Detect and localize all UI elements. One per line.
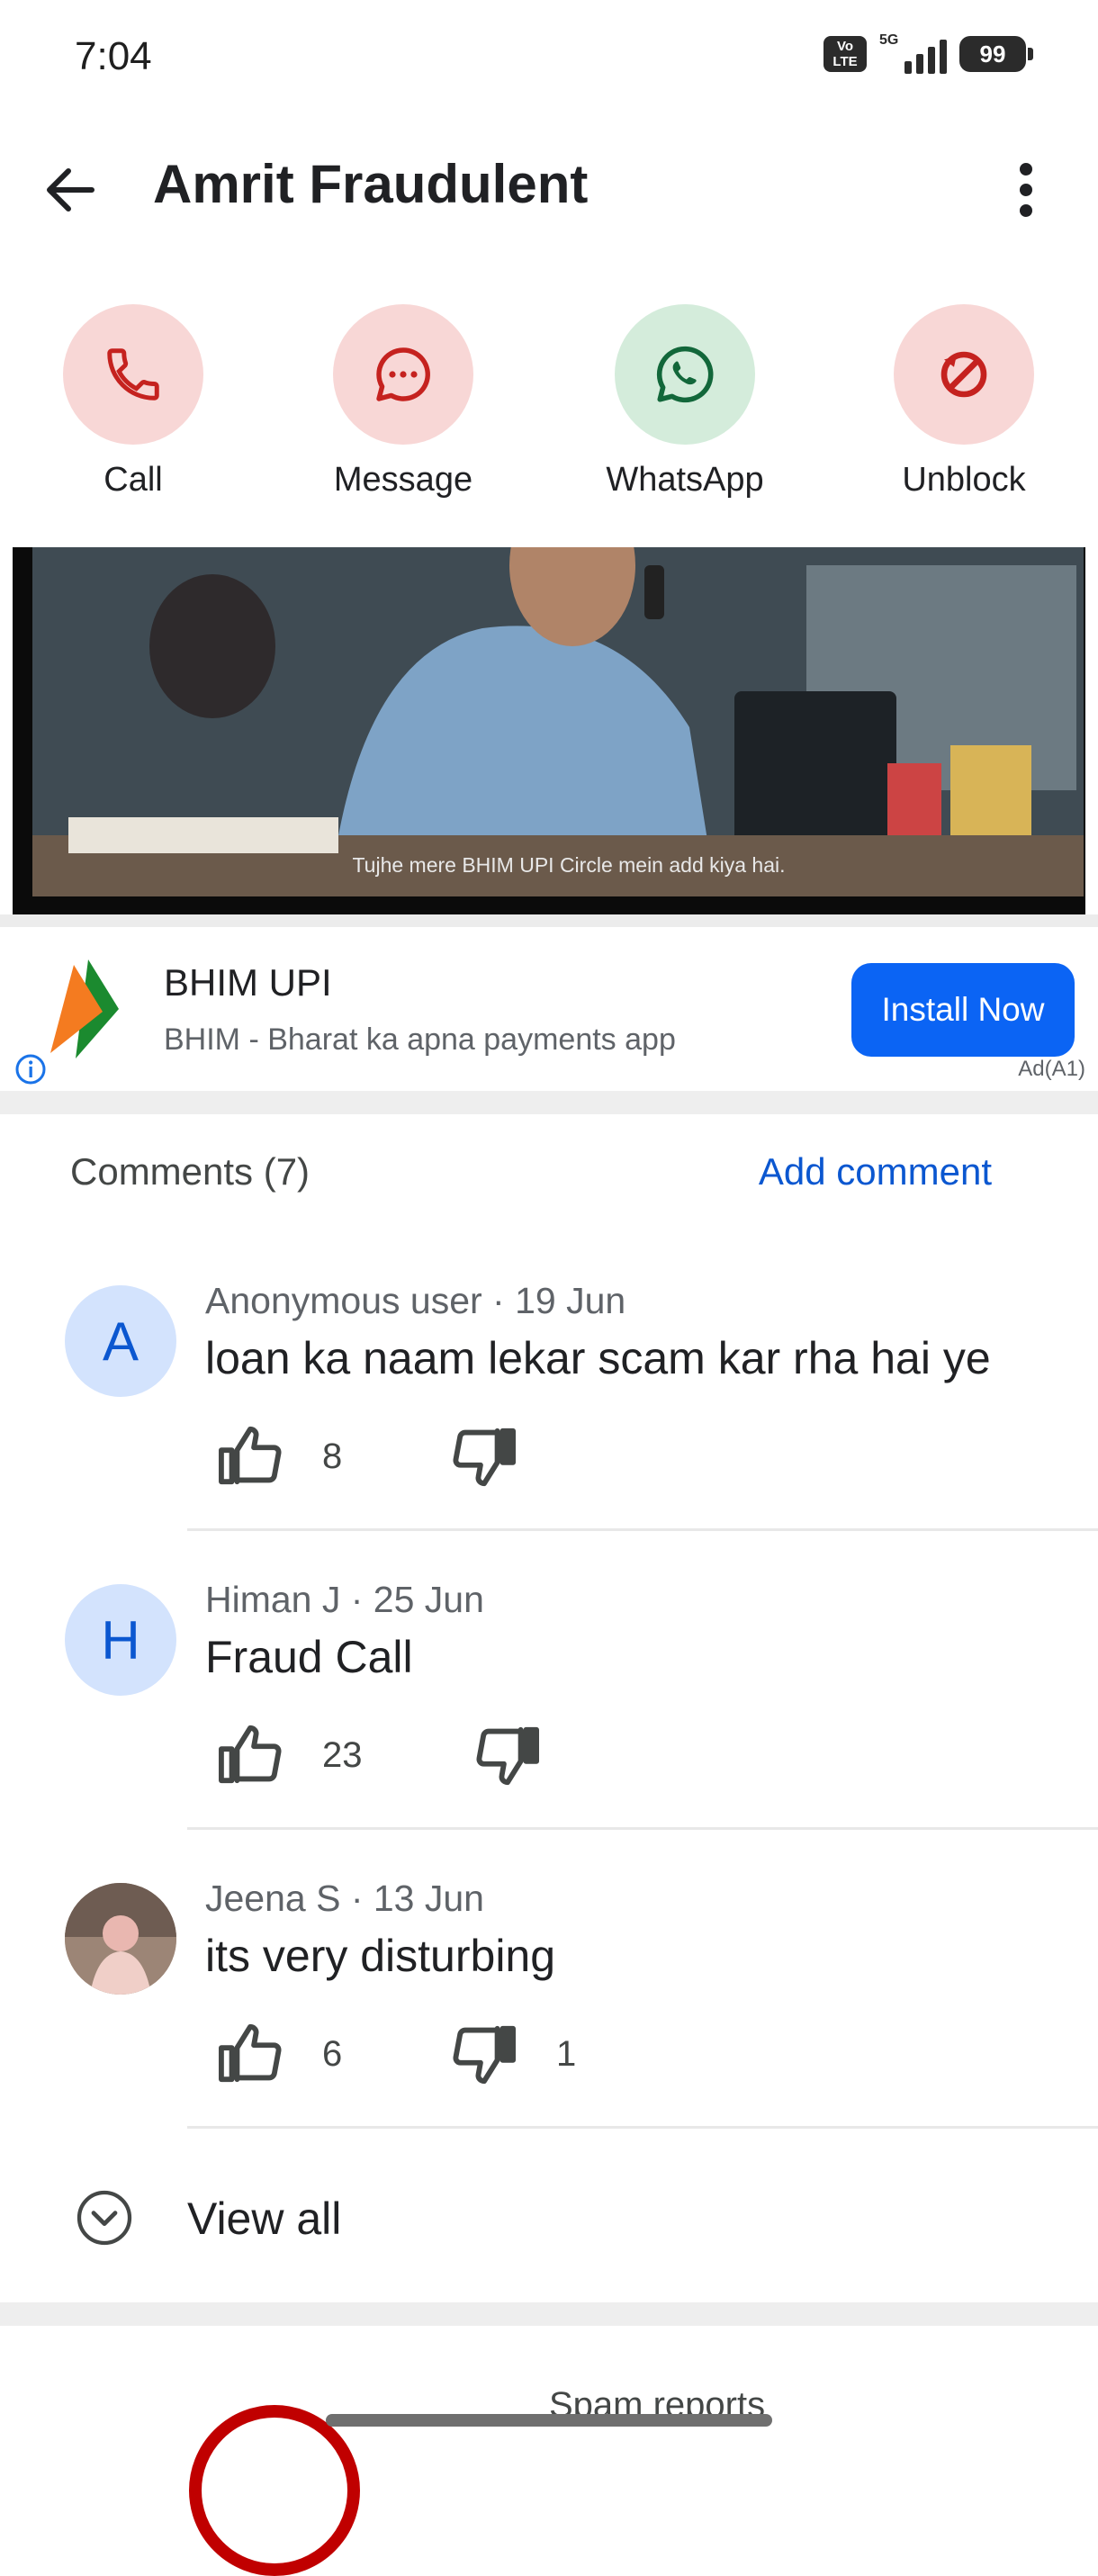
- thumbs-up-icon[interactable]: [216, 1723, 284, 1790]
- avatar: A: [65, 1285, 176, 1397]
- avatar: [65, 1883, 176, 1995]
- gesture-handle[interactable]: [326, 2414, 772, 2427]
- view-all-button[interactable]: View all: [187, 2193, 341, 2245]
- comments-header: Comments (7): [70, 1150, 310, 1193]
- section-divider: [0, 2302, 1098, 2326]
- comment-text: its very disturbing: [205, 1931, 556, 1981]
- comment-text: loan ka naam lekar scam kar rha hai ye: [205, 1333, 991, 1383]
- comment-meta: Jeena S · 13 Jun: [205, 1878, 484, 1919]
- unblock-icon: [894, 304, 1034, 445]
- ad-subtitle: BHIM - Bharat ka apna payments app: [164, 1022, 676, 1057]
- comment-meta: Himan J · 25 Jun: [205, 1579, 484, 1620]
- add-comment-button[interactable]: Add comment: [759, 1150, 992, 1193]
- unblock-label: Unblock: [902, 461, 1026, 499]
- signal-icon: 5G: [879, 32, 947, 74]
- comment-text: Fraud Call: [205, 1632, 413, 1682]
- like-count: 23: [322, 1735, 363, 1775]
- message-label: Message: [333, 461, 473, 499]
- message-button[interactable]: Message: [304, 304, 502, 500]
- install-now-button[interactable]: Install Now: [851, 963, 1075, 1057]
- comment-divider: [187, 1827, 1098, 1830]
- back-arrow-icon[interactable]: [40, 158, 103, 221]
- dislike-count: 1: [556, 2034, 577, 2074]
- like-count: 8: [322, 1437, 343, 1476]
- ad-strip: [0, 914, 1098, 927]
- spam-gauge-icon: [189, 2405, 360, 2576]
- bhim-logo-icon: [47, 959, 122, 1058]
- ad-title: BHIM UPI: [164, 961, 332, 1004]
- call-label: Call: [104, 461, 163, 499]
- phone-icon: [63, 304, 203, 445]
- battery-icon: 99: [959, 36, 1033, 72]
- status-icons: Vo LTE 5G 99: [824, 32, 1033, 74]
- thumbs-up-icon[interactable]: [216, 1424, 284, 1491]
- ad-tag: Ad(A1): [1018, 1057, 1085, 1081]
- comment-divider: [187, 1528, 1098, 1531]
- thumbs-down-icon[interactable]: [473, 1725, 542, 1792]
- chevron-down-icon[interactable]: [76, 2189, 133, 2247]
- like-count: 6: [322, 2034, 343, 2074]
- whatsapp-icon: [615, 304, 755, 445]
- volte-icon: Vo LTE: [824, 36, 867, 72]
- ad-banner-image[interactable]: Tujhe mere BHIM UPI Circle mein add kiya…: [13, 547, 1085, 914]
- status-time: 7:04: [75, 34, 152, 78]
- whatsapp-button[interactable]: WhatsApp: [586, 304, 784, 500]
- ad-caption: Tujhe mere BHIM UPI Circle mein add kiya…: [352, 853, 786, 877]
- unblock-button[interactable]: Unblock: [865, 304, 1063, 500]
- ad-info-icon[interactable]: [14, 1053, 47, 1085]
- section-divider: [0, 1091, 1098, 1114]
- thumbs-down-icon[interactable]: [450, 2023, 518, 2091]
- thumbs-up-icon[interactable]: [216, 2022, 284, 2089]
- message-icon: [333, 304, 473, 445]
- call-button[interactable]: Call: [34, 304, 232, 500]
- ad-scene: Tujhe mere BHIM UPI Circle mein add kiya…: [32, 547, 1084, 896]
- comment-meta: Anonymous user · 19 Jun: [205, 1280, 626, 1321]
- avatar: H: [65, 1584, 176, 1696]
- comment-divider: [187, 2126, 1098, 2129]
- contact-name: Amrit Fraudulent: [153, 154, 589, 214]
- thumbs-down-icon[interactable]: [450, 1426, 518, 1493]
- whatsapp-label: WhatsApp: [606, 461, 764, 499]
- more-options-icon[interactable]: [999, 158, 1053, 221]
